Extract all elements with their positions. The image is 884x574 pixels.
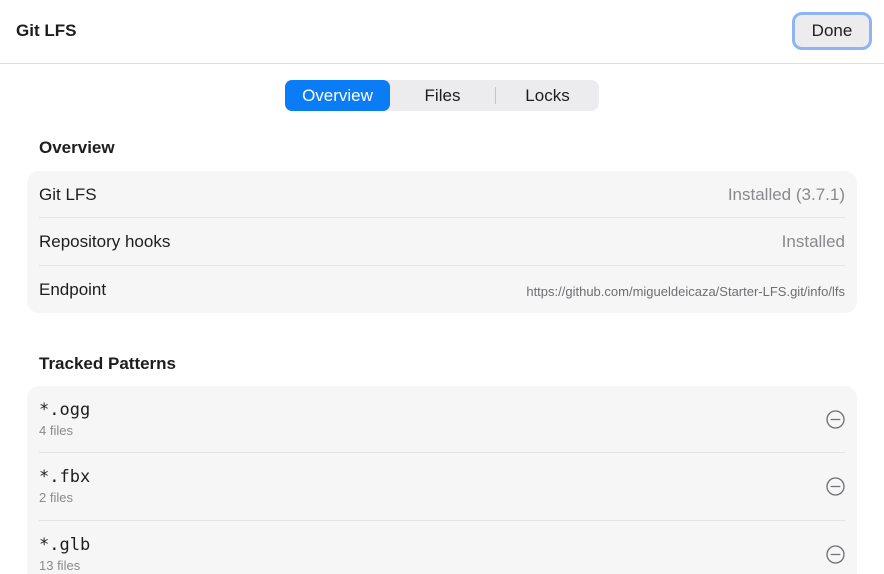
tab-segmented-control: Overview Files Locks <box>285 80 599 111</box>
pattern-row: *.fbx 2 files <box>39 453 845 521</box>
done-button[interactable]: Done <box>792 12 872 50</box>
endpoint-url: https://github.com/migueldeicaza/Starter… <box>526 284 845 299</box>
overview-row-git-lfs: Git LFS Installed (3.7.1) <box>39 171 845 218</box>
sheet-title: Git LFS <box>16 21 77 40</box>
hooks-status: Installed <box>781 232 845 251</box>
sheet-header: Git LFS Done <box>0 0 884 64</box>
row-label: Repository hooks <box>39 232 171 251</box>
overview-card: Git LFS Installed (3.7.1) Repository hoo… <box>27 171 857 313</box>
overview-row-repository-hooks: Repository hooks Installed <box>39 218 845 266</box>
git-lfs-status: Installed (3.7.1) <box>727 185 845 204</box>
row-label: Endpoint <box>39 280 107 299</box>
pattern-file-count: 13 files <box>39 558 81 573</box>
tab-locks[interactable]: Locks <box>496 80 599 111</box>
pattern-name: *.fbx <box>39 467 91 487</box>
overview-row-endpoint: Endpoint https://github.com/migueldeicaz… <box>39 266 845 313</box>
overview-section-title: Overview <box>39 138 115 157</box>
pattern-row: *.ogg 4 files <box>39 386 845 453</box>
pattern-file-count: 4 files <box>39 423 73 438</box>
pattern-name: *.glb <box>39 535 91 555</box>
tracked-patterns-section-title: Tracked Patterns <box>39 354 177 373</box>
tab-files[interactable]: Files <box>390 80 495 111</box>
pattern-row: *.glb 13 files <box>39 521 845 574</box>
minus-circle-icon[interactable] <box>826 477 845 496</box>
tab-overview[interactable]: Overview <box>285 80 390 111</box>
git-lfs-sheet: Git LFS Done Overview Files Locks Overvi… <box>0 0 884 574</box>
tracked-patterns-card: *.ogg 4 files *.fbx 2 files *.glb 13 fil… <box>27 386 857 574</box>
pattern-name: *.ogg <box>39 400 91 420</box>
pattern-file-count: 2 files <box>39 490 73 505</box>
minus-circle-icon[interactable] <box>826 410 845 429</box>
minus-circle-icon[interactable] <box>826 545 845 564</box>
row-label: Git LFS <box>39 185 97 204</box>
